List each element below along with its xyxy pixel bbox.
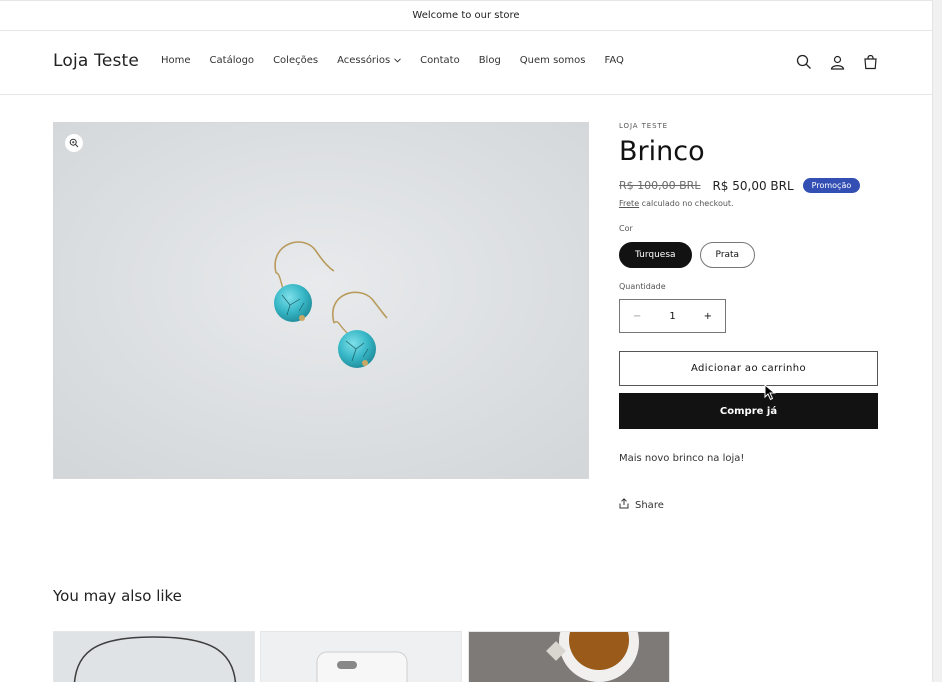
quantity-label: Quantidade [619,282,666,291]
announcement-bar: Welcome to our store [0,0,932,31]
shipping-text: calculado no checkout. [639,199,734,208]
page-scrollbar[interactable] [932,0,942,682]
search-icon[interactable] [795,53,813,71]
shipping-note: Frete calculado no checkout. [619,199,878,208]
main-nav: Home Catálogo Coleções Acessórios Contat… [161,55,643,66]
product-vendor: LOJA TESTE [619,122,668,130]
tea-cup-thumbnail [469,632,669,682]
price-sale: R$ 50,00 BRL [712,178,794,193]
quantity-stepper: − 1 + [619,299,726,333]
price-regular: R$ 100,00 BRL [619,179,701,192]
store-logo[interactable]: Loja Teste [53,51,139,71]
nav-label: Home [161,55,191,66]
site-header: Loja Teste Home Catálogo Coleções Acessó… [0,31,932,95]
product-title: Brinco [619,136,705,167]
shipping-link[interactable]: Frete [619,199,639,208]
color-option-turquesa[interactable]: Turquesa [619,242,692,268]
cart-icon[interactable] [861,53,879,71]
quantity-increase-button[interactable]: + [704,311,712,322]
related-product-card[interactable] [53,631,255,682]
nav-item-home[interactable]: Home [161,55,191,66]
account-icon[interactable] [828,53,846,71]
sale-badge: Promoção [802,178,861,193]
color-label: Cor [619,224,633,233]
nav-item-catalogo[interactable]: Catálogo [210,55,255,66]
phone-case-thumbnail [261,632,461,682]
nav-item-quem-somos[interactable]: Quem somos [520,55,586,66]
color-option-prata[interactable]: Prata [699,242,756,268]
necklace-thumbnail [54,632,254,682]
nav-label: Catálogo [209,55,255,66]
price-row: R$ 100,00 BRL R$ 50,00 BRL Promoção [619,178,878,193]
quantity-decrease-button[interactable]: − [633,311,641,322]
nav-item-faq[interactable]: FAQ [604,55,623,66]
nav-item-acessorios[interactable]: Acessórios [337,55,402,66]
share-label: Share [635,499,664,511]
nav-label: Contato [420,55,460,66]
nav-item-contato[interactable]: Contato [420,55,460,66]
related-product-card[interactable] [468,631,670,682]
related-product-card[interactable] [260,631,462,682]
share-icon [619,498,629,512]
earrings-photo [54,123,588,478]
mouse-cursor [764,383,776,405]
announcement-text: Welcome to our store [412,10,520,21]
buy-now-button[interactable]: Compre já [619,393,878,429]
product-description: Mais novo brinco na loja! [619,453,745,464]
chevron-down-icon [394,57,402,65]
nav-label: Coleções [273,55,319,66]
color-options: Turquesa Prata [619,242,878,268]
header-icons [795,53,879,71]
product-info: LOJA TESTE Brinco R$ 100,00 BRL R$ 50,00… [619,122,878,512]
add-to-cart-button[interactable]: Adicionar ao carrinho [619,351,878,386]
zoom-icon[interactable] [65,134,83,152]
nav-label: Quem somos [519,55,586,66]
related-products-title: You may also like [53,587,182,605]
nav-item-colecoes[interactable]: Coleções [273,55,318,66]
product-image[interactable] [53,122,589,479]
nav-label: Blog [478,55,501,66]
share-button[interactable]: Share [619,498,878,512]
nav-label: Acessórios [337,55,391,66]
quantity-input[interactable]: 1 [669,311,675,322]
nav-label: FAQ [604,55,624,66]
nav-item-blog[interactable]: Blog [479,55,501,66]
